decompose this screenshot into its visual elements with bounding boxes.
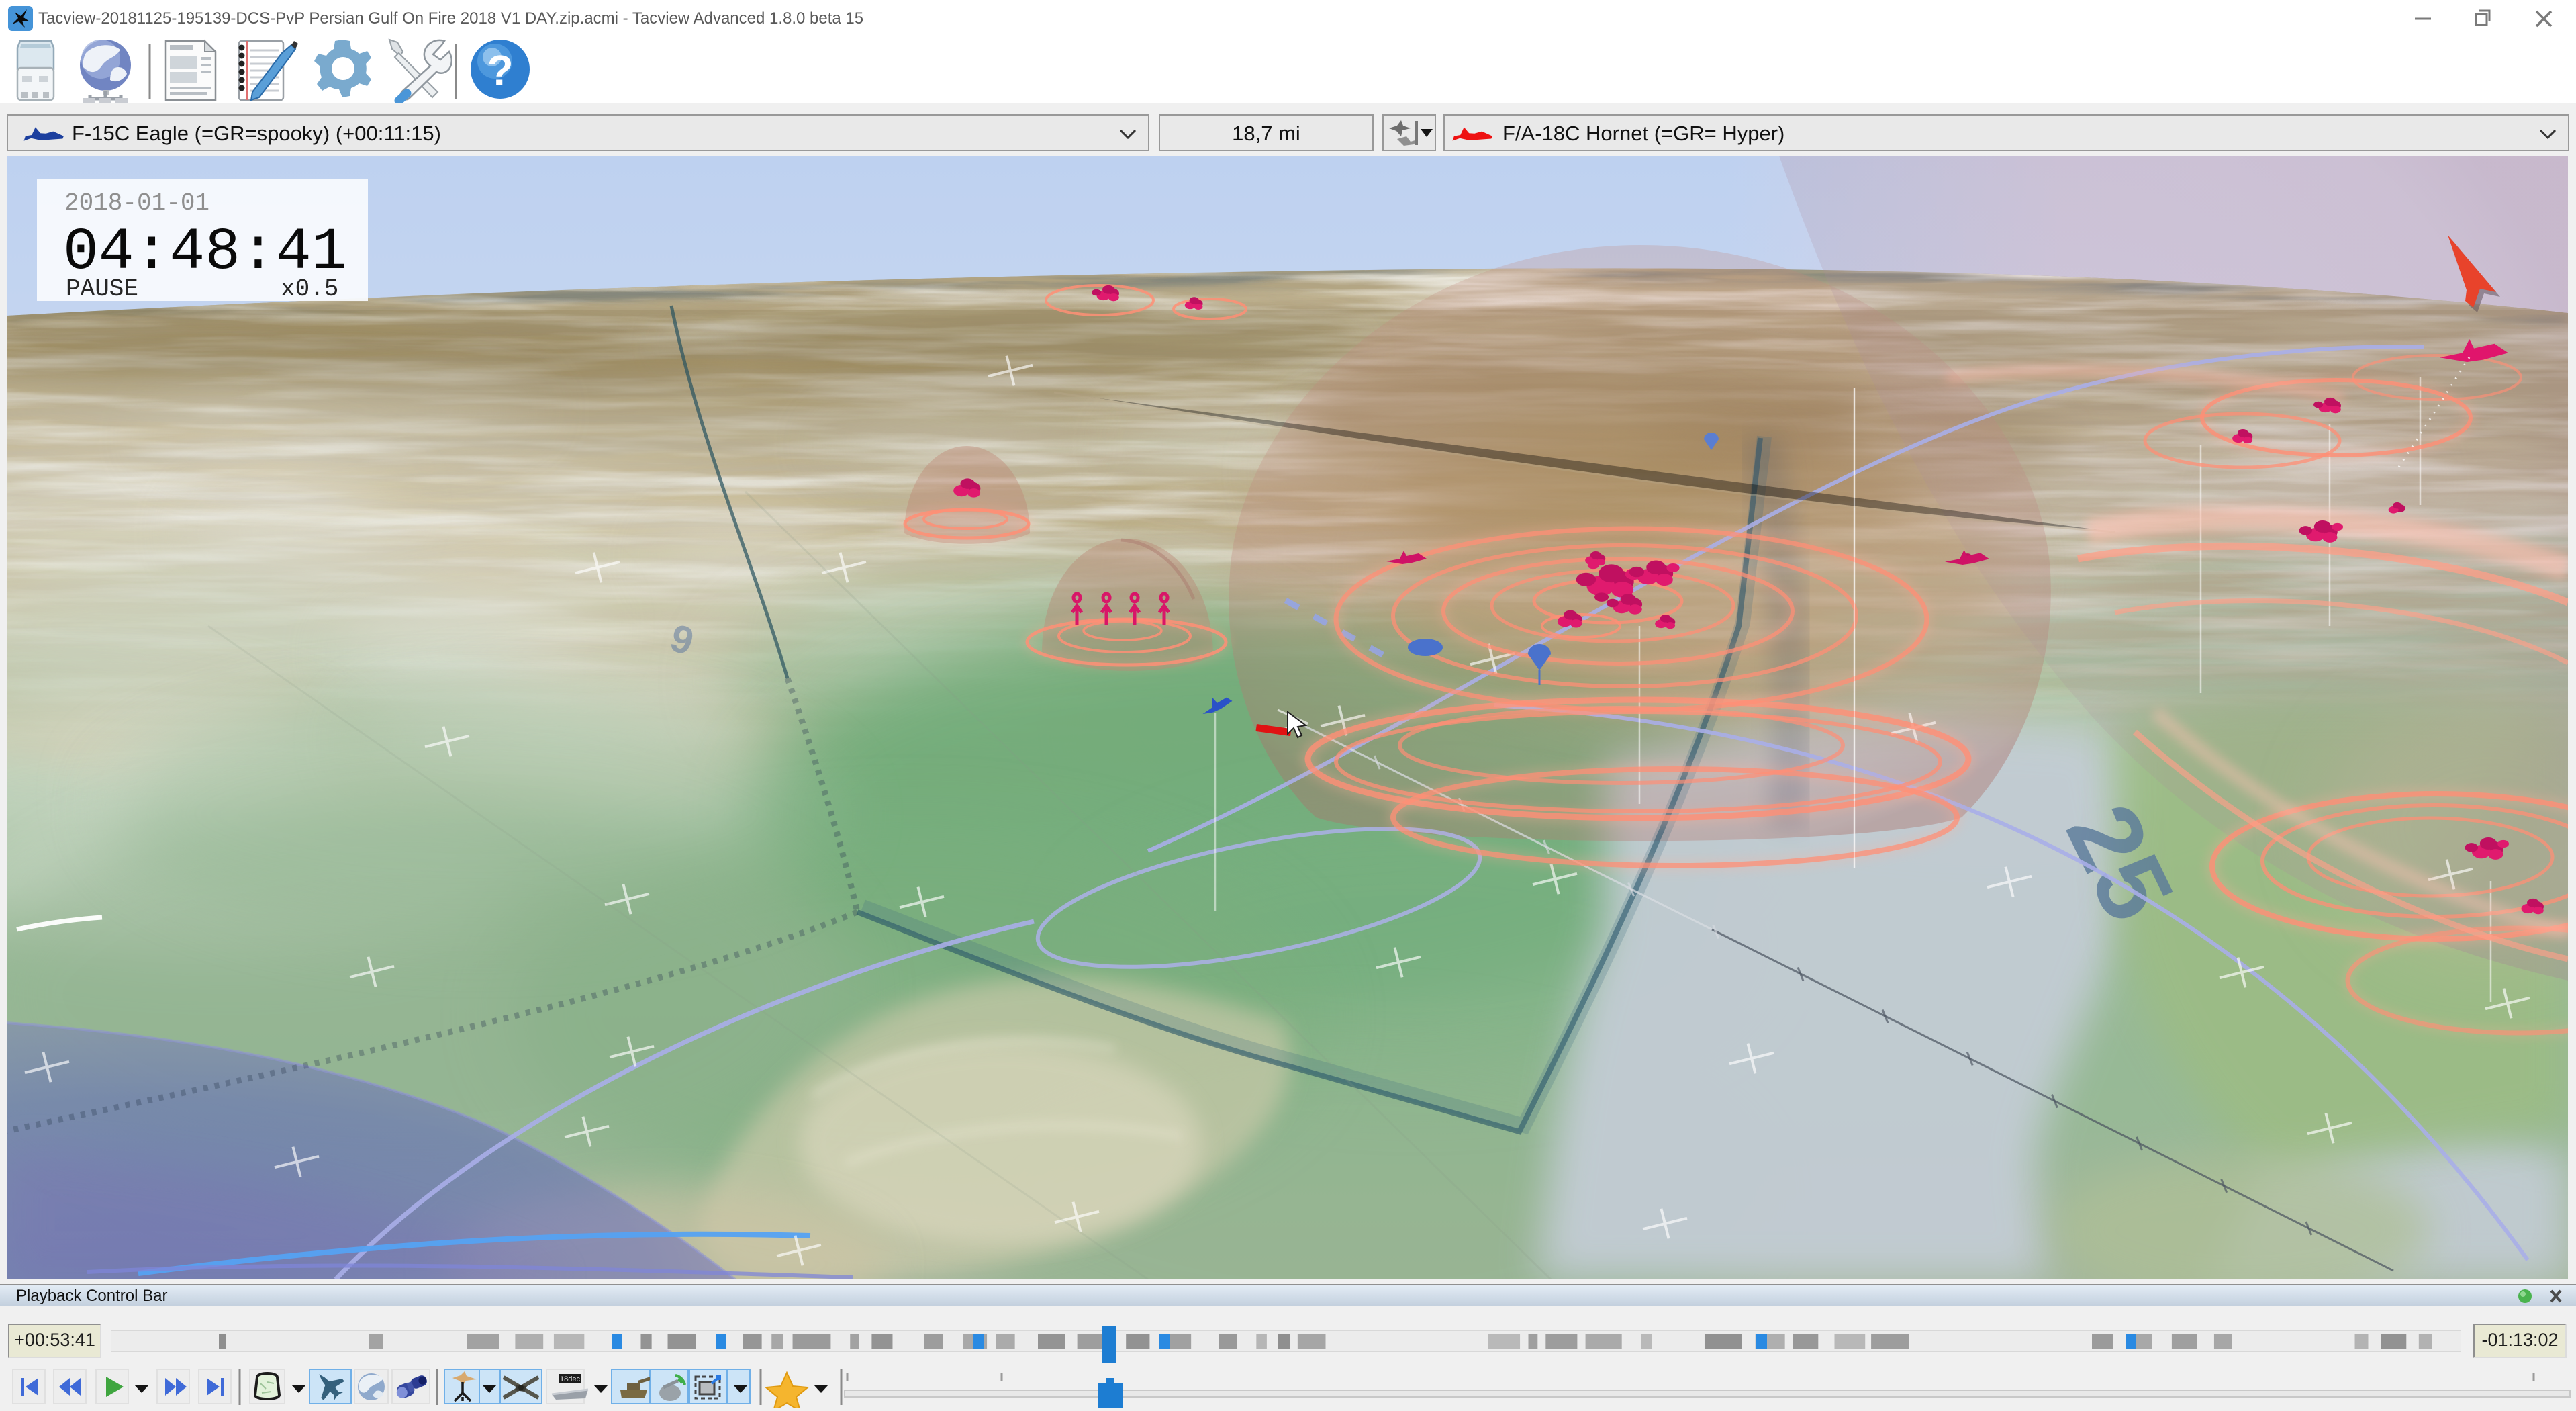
svg-text:?: ? [487, 46, 513, 95]
svg-text:18dec: 18dec [560, 1375, 580, 1383]
